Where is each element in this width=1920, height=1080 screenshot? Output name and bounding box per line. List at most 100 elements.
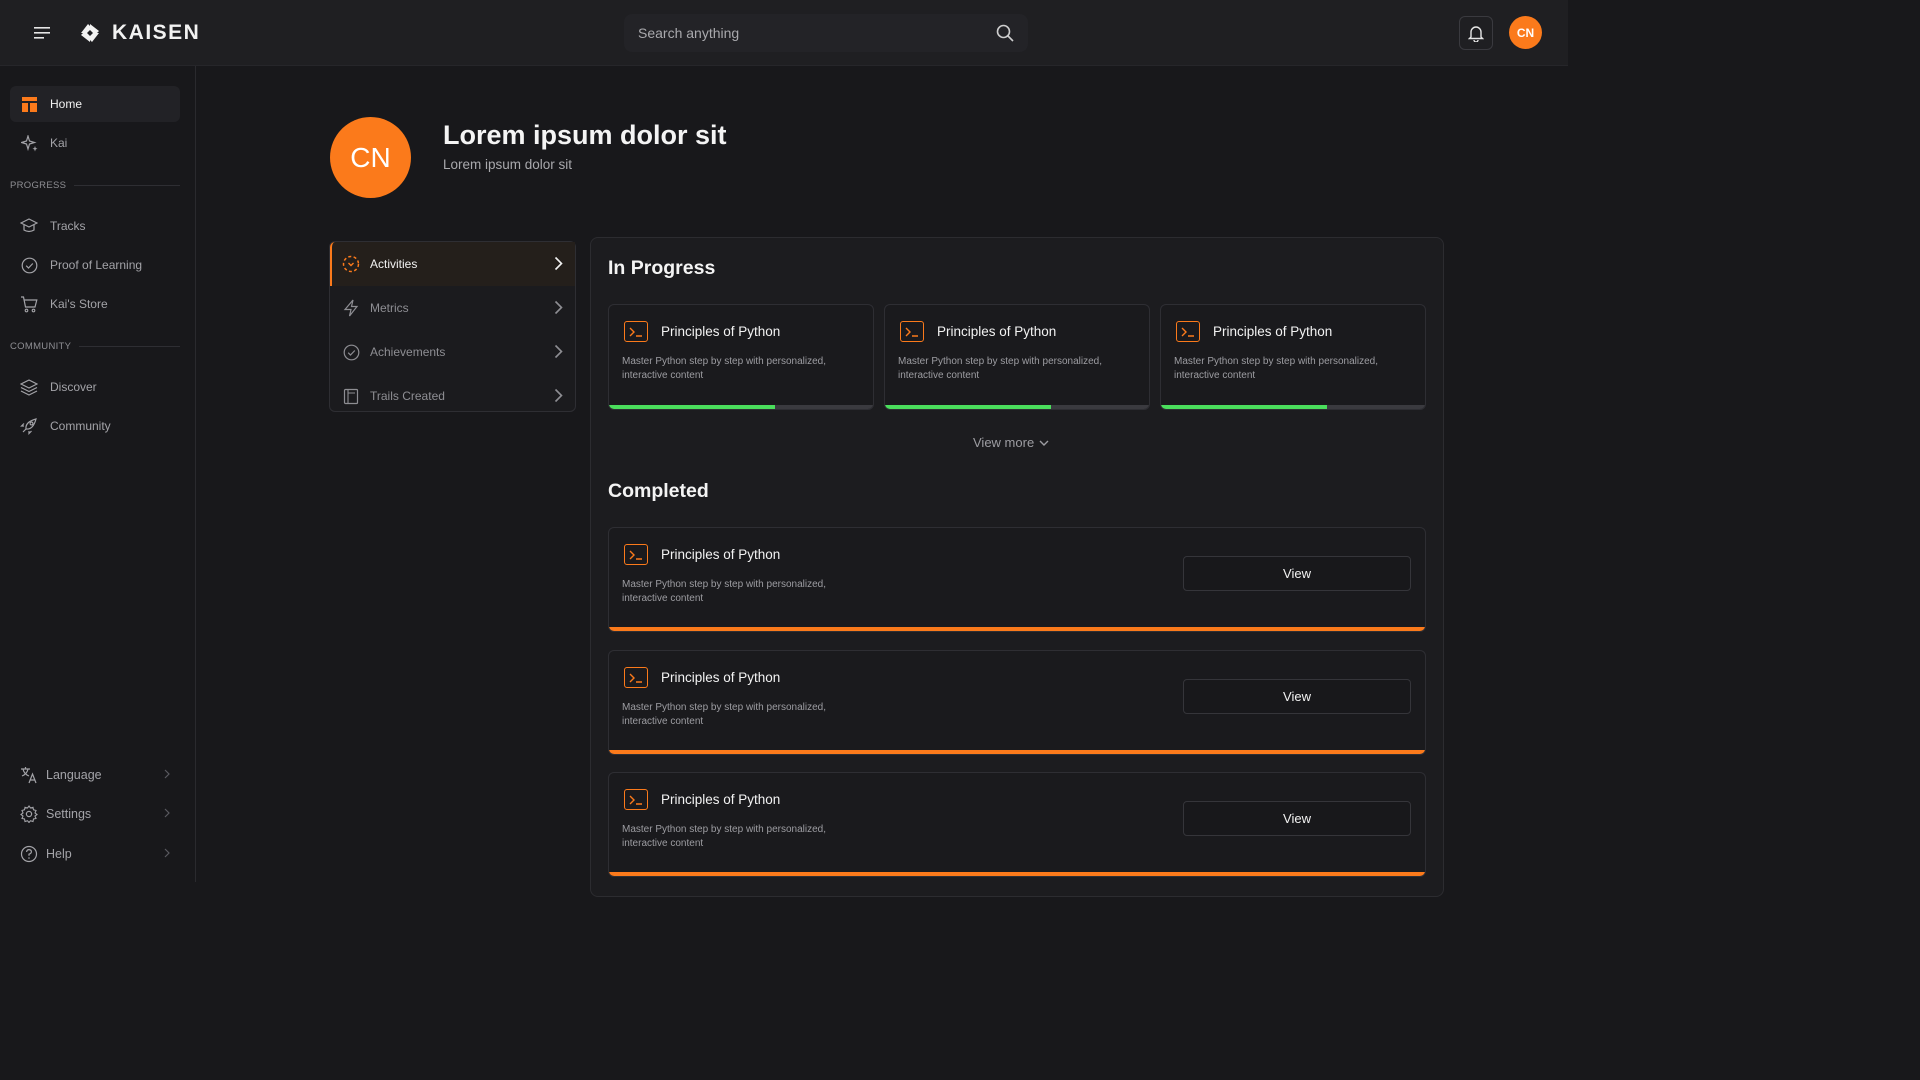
help-icon	[20, 845, 38, 863]
menu-item-activities[interactable]: Activities	[330, 242, 575, 286]
search-icon[interactable]	[996, 24, 1014, 42]
brand-logo[interactable]: KAISEN	[78, 20, 200, 46]
progress-bar	[885, 405, 1149, 409]
sidebar-item-tracks[interactable]: Tracks	[10, 208, 180, 244]
brand-name: KAISEN	[112, 21, 201, 44]
card-title: Principles of Python	[661, 670, 781, 685]
sidebar-item-label: Kai	[50, 136, 68, 150]
translate-icon	[20, 766, 38, 784]
sidebar-item-kai[interactable]: Kai	[10, 125, 180, 161]
view-button[interactable]: View	[1183, 801, 1411, 836]
bell-icon	[1468, 26, 1484, 42]
progress-bar	[1161, 405, 1425, 409]
hamburger-menu-button[interactable]	[26, 17, 58, 49]
home-icon	[20, 95, 38, 113]
sparkle-icon	[20, 134, 38, 152]
gear-icon	[20, 805, 38, 823]
kaisen-logo-icon	[81, 24, 99, 42]
in-progress-title: In Progress	[608, 257, 716, 279]
completed-card: Principles of Python Master Python step …	[608, 650, 1426, 755]
in-progress-card[interactable]: Principles of Python Master Python step …	[608, 304, 874, 410]
menu-item-label: Achievements	[370, 345, 446, 359]
in-progress-card[interactable]: Principles of Python Master Python step …	[884, 304, 1150, 410]
sidebar-item-label: Language	[46, 768, 102, 782]
terminal-icon	[624, 544, 648, 565]
card-description: Master Python step by step with personal…	[1174, 356, 1378, 381]
sidebar-item-kais-store[interactable]: Kai's Store	[10, 286, 180, 322]
terminal-icon	[624, 321, 648, 342]
chevron-right-icon	[554, 388, 563, 403]
sidebar-item-language[interactable]: Language	[20, 763, 170, 787]
sidebar-item-label: Settings	[46, 807, 92, 821]
book-icon	[342, 387, 360, 405]
search-input[interactable]	[638, 14, 978, 52]
sidebar-item-label: Kai's Store	[50, 297, 108, 311]
check-circle-icon	[20, 256, 38, 274]
activity-icon	[342, 255, 360, 273]
sidebar-item-home[interactable]: Home	[10, 86, 180, 122]
completed-title: Completed	[608, 480, 709, 502]
card-title: Principles of Python	[661, 324, 781, 339]
layers-icon	[20, 378, 38, 396]
terminal-icon	[900, 321, 924, 342]
chevron-right-icon	[164, 848, 170, 858]
profile-side-menu: Activities Metrics Achievements Trails C…	[329, 241, 576, 412]
sidebar: Home Kai PROGRESS Tracks Proof of Learni…	[0, 66, 196, 882]
chevron-right-icon	[554, 256, 563, 271]
sidebar-item-community[interactable]: Community	[10, 408, 180, 444]
chevron-right-icon	[554, 344, 563, 359]
menu-item-trails-created[interactable]: Trails Created	[330, 374, 575, 418]
chevron-down-icon	[1039, 440, 1049, 446]
sidebar-item-label: Discover	[50, 380, 97, 394]
user-avatar[interactable]: CN	[1509, 16, 1542, 49]
menu-item-metrics[interactable]: Metrics	[330, 286, 575, 330]
notifications-button[interactable]	[1459, 16, 1493, 50]
cart-icon	[20, 295, 38, 313]
profile-subtitle: Lorem ipsum dolor sit	[443, 157, 573, 172]
menu-item-label: Metrics	[370, 301, 409, 315]
card-description: Master Python step by step with personal…	[622, 824, 826, 849]
check-circle-icon	[342, 343, 360, 361]
in-progress-card[interactable]: Principles of Python Master Python step …	[1160, 304, 1426, 410]
sidebar-item-help[interactable]: Help	[20, 842, 170, 866]
section-progress-label: PROGRESS	[10, 178, 180, 192]
sidebar-item-label: Tracks	[50, 219, 86, 233]
sidebar-item-discover[interactable]: Discover	[10, 369, 180, 405]
view-button[interactable]: View	[1183, 679, 1411, 714]
profile-name: Lorem ipsum dolor sit	[443, 120, 727, 150]
top-bar: KAISEN CN	[0, 0, 1568, 66]
profile-avatar: CN	[330, 117, 411, 198]
sidebar-item-proof-of-learning[interactable]: Proof of Learning	[10, 247, 180, 283]
card-description: Master Python step by step with personal…	[622, 356, 826, 381]
menu-item-achievements[interactable]: Achievements	[330, 330, 575, 374]
view-more-button[interactable]: View more	[973, 435, 1049, 450]
sidebar-item-label: Community	[50, 419, 111, 433]
card-title: Principles of Python	[661, 792, 781, 807]
card-description: Master Python step by step with personal…	[898, 356, 1102, 381]
card-description: Master Python step by step with personal…	[622, 702, 826, 727]
terminal-icon	[624, 667, 648, 688]
graduation-cap-icon	[20, 217, 38, 235]
completion-bar	[609, 750, 1425, 754]
completion-bar	[609, 627, 1425, 631]
completion-bar	[609, 872, 1425, 876]
menu-item-label: Activities	[370, 257, 418, 271]
chevron-right-icon	[164, 808, 170, 818]
section-community-label: COMMUNITY	[10, 339, 180, 353]
activities-panel: In Progress Principles of Python Master …	[590, 237, 1444, 897]
rocket-icon	[20, 417, 38, 435]
sidebar-item-settings[interactable]: Settings	[20, 802, 170, 826]
completed-card: Principles of Python Master Python step …	[608, 772, 1426, 877]
chevron-right-icon	[164, 769, 170, 779]
view-button[interactable]: View	[1183, 556, 1411, 591]
chevron-right-icon	[554, 300, 563, 315]
card-title: Principles of Python	[1213, 324, 1333, 339]
card-title: Principles of Python	[937, 324, 1057, 339]
completed-card: Principles of Python Master Python step …	[608, 527, 1426, 632]
lightning-icon	[342, 299, 360, 317]
view-more-label: View more	[973, 435, 1035, 450]
sidebar-item-label: Proof of Learning	[50, 258, 143, 272]
menu-item-label: Trails Created	[370, 389, 445, 403]
sidebar-item-label: Help	[46, 847, 72, 861]
search-bar[interactable]	[624, 14, 1028, 52]
